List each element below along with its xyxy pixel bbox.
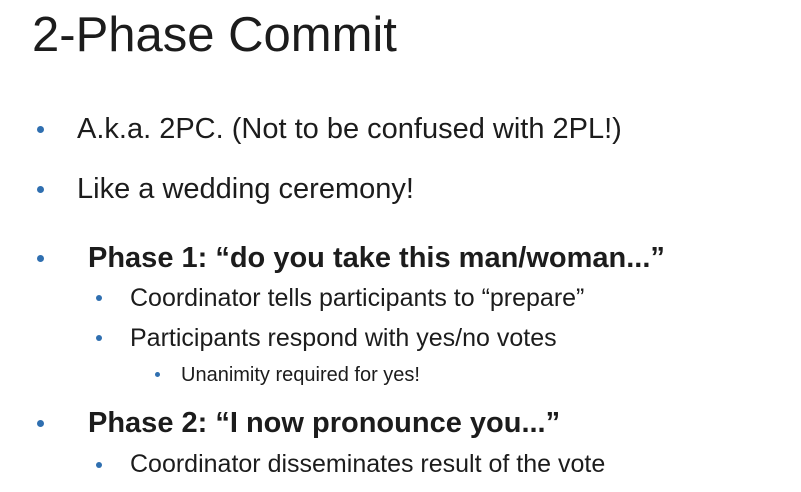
bullet-text-coordinator-disseminates: Coordinator disseminates result of the v… (130, 450, 606, 478)
bullet-dot-icon (96, 295, 102, 301)
bullet-dot-icon (96, 462, 102, 468)
bullet-dot-icon (37, 420, 44, 427)
bullet-text-phase-2: Phase 2: “I now pronounce you...” (88, 407, 561, 439)
bullet-text-wedding: Like a wedding ceremony! (77, 173, 414, 205)
slide: 2-Phase Commit A.k.a. 2PC. (Not to be co… (0, 0, 801, 492)
bullet-dot-icon (37, 126, 44, 133)
bullet-dot-icon (37, 255, 44, 262)
bullet-text-coordinator-prepare: Coordinator tells participants to “prepa… (130, 284, 585, 312)
bullet-dot-icon (37, 186, 44, 193)
bullet-text-unanimity: Unanimity required for yes! (181, 364, 420, 386)
bullet-text-participants-respond: Participants respond with yes/no votes (130, 324, 557, 352)
bullet-text-phase-1: Phase 1: “do you take this man/woman...” (88, 242, 665, 274)
bullet-text-aka-2pc: A.k.a. 2PC. (Not to be confused with 2PL… (77, 113, 622, 145)
slide-title: 2-Phase Commit (32, 8, 397, 62)
bullet-dot-icon (155, 372, 160, 377)
bullet-dot-icon (96, 335, 102, 341)
